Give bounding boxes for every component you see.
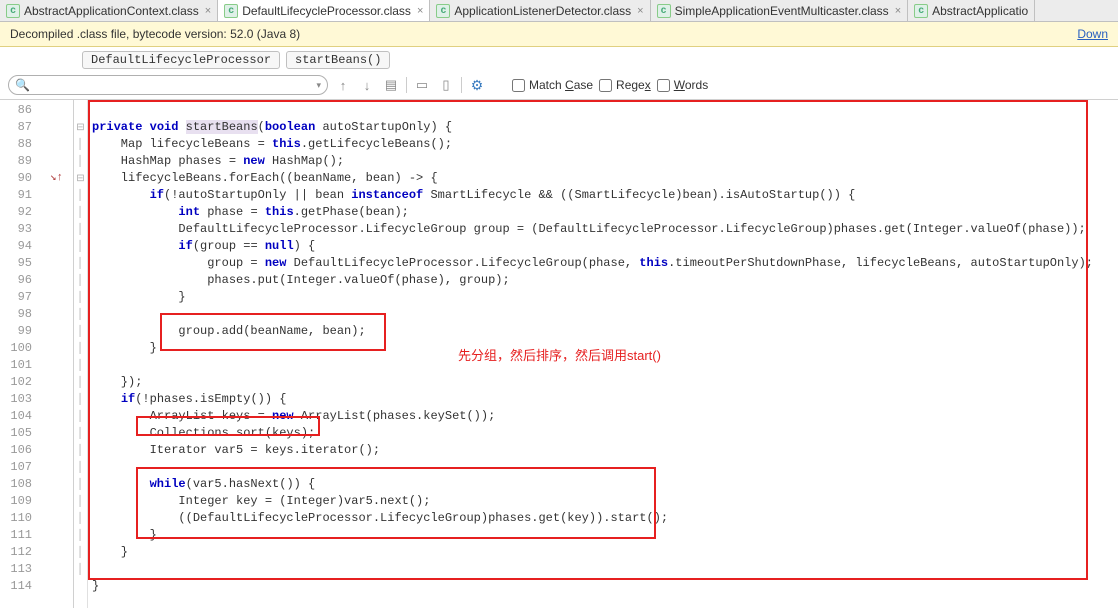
annotation-text: 先分组，然后排序，然后调用start() bbox=[458, 347, 661, 364]
banner-text: Decompiled .class file, bytecode version… bbox=[10, 27, 300, 41]
close-icon[interactable]: × bbox=[895, 5, 901, 17]
breadcrumb-class[interactable]: DefaultLifecycleProcessor bbox=[82, 51, 280, 69]
tab-0[interactable]: c AbstractApplicationContext.class × bbox=[0, 0, 218, 21]
breadcrumb: DefaultLifecycleProcessor startBeans() bbox=[0, 47, 1118, 73]
gutter-marks: ↘↑ bbox=[40, 100, 74, 608]
editor: 8687888990919293949596979899100101102103… bbox=[0, 100, 1118, 608]
search-icon: 🔍 bbox=[15, 78, 30, 92]
tab-label: DefaultLifecycleProcessor.class bbox=[242, 4, 411, 18]
add-selection-icon[interactable]: ▯ bbox=[437, 76, 455, 94]
gear-icon[interactable]: ⚙ bbox=[468, 76, 486, 94]
select-all-icon[interactable]: ▭ bbox=[413, 76, 431, 94]
code-area[interactable]: private void startBeans(boolean autoStar… bbox=[88, 100, 1118, 608]
close-icon[interactable]: × bbox=[417, 5, 423, 17]
separator bbox=[406, 77, 407, 93]
separator bbox=[461, 77, 462, 93]
banner-link[interactable]: Down bbox=[1077, 27, 1108, 41]
class-icon: c bbox=[436, 4, 450, 18]
fold-strip: ⊟││⊟│││││││││││││││││││││││ bbox=[74, 100, 88, 608]
words-check[interactable]: Words bbox=[657, 78, 708, 92]
class-icon: c bbox=[657, 4, 671, 18]
tab-label: ApplicationListenerDetector.class bbox=[454, 4, 631, 18]
tab-1[interactable]: c DefaultLifecycleProcessor.class × bbox=[218, 0, 430, 21]
tab-label: SimpleApplicationEventMulticaster.class bbox=[675, 4, 889, 18]
find-toolbar: 🔍 ▾ ↑ ↓ ▤ ▭ ▯ ⚙ Match Case Regex Words bbox=[0, 73, 1118, 100]
line-number-gutter: 8687888990919293949596979899100101102103… bbox=[0, 100, 40, 608]
tab-2[interactable]: c ApplicationListenerDetector.class × bbox=[430, 0, 650, 21]
tab-3[interactable]: c SimpleApplicationEventMulticaster.clas… bbox=[651, 0, 909, 21]
regex-check[interactable]: Regex bbox=[599, 78, 651, 92]
class-icon: c bbox=[224, 4, 238, 18]
tab-label: AbstractApplicatio bbox=[932, 4, 1028, 18]
class-icon: c bbox=[6, 4, 20, 18]
dropdown-icon[interactable]: ▾ bbox=[316, 80, 321, 91]
close-icon[interactable]: × bbox=[637, 5, 643, 17]
prev-icon[interactable]: ↑ bbox=[334, 76, 352, 94]
editor-tabs: c AbstractApplicationContext.class × c D… bbox=[0, 0, 1118, 22]
filter-icon[interactable]: ▤ bbox=[382, 76, 400, 94]
close-icon[interactable]: × bbox=[205, 5, 211, 17]
search-input-wrap[interactable]: 🔍 ▾ bbox=[8, 75, 328, 95]
next-icon[interactable]: ↓ bbox=[358, 76, 376, 94]
tab-label: AbstractApplicationContext.class bbox=[24, 4, 199, 18]
breadcrumb-method[interactable]: startBeans() bbox=[286, 51, 390, 69]
search-input[interactable] bbox=[34, 78, 313, 92]
class-icon: c bbox=[914, 4, 928, 18]
match-case-check[interactable]: Match Case bbox=[512, 78, 593, 92]
tab-4[interactable]: c AbstractApplicatio bbox=[908, 0, 1035, 21]
decompiled-banner: Decompiled .class file, bytecode version… bbox=[0, 22, 1118, 47]
